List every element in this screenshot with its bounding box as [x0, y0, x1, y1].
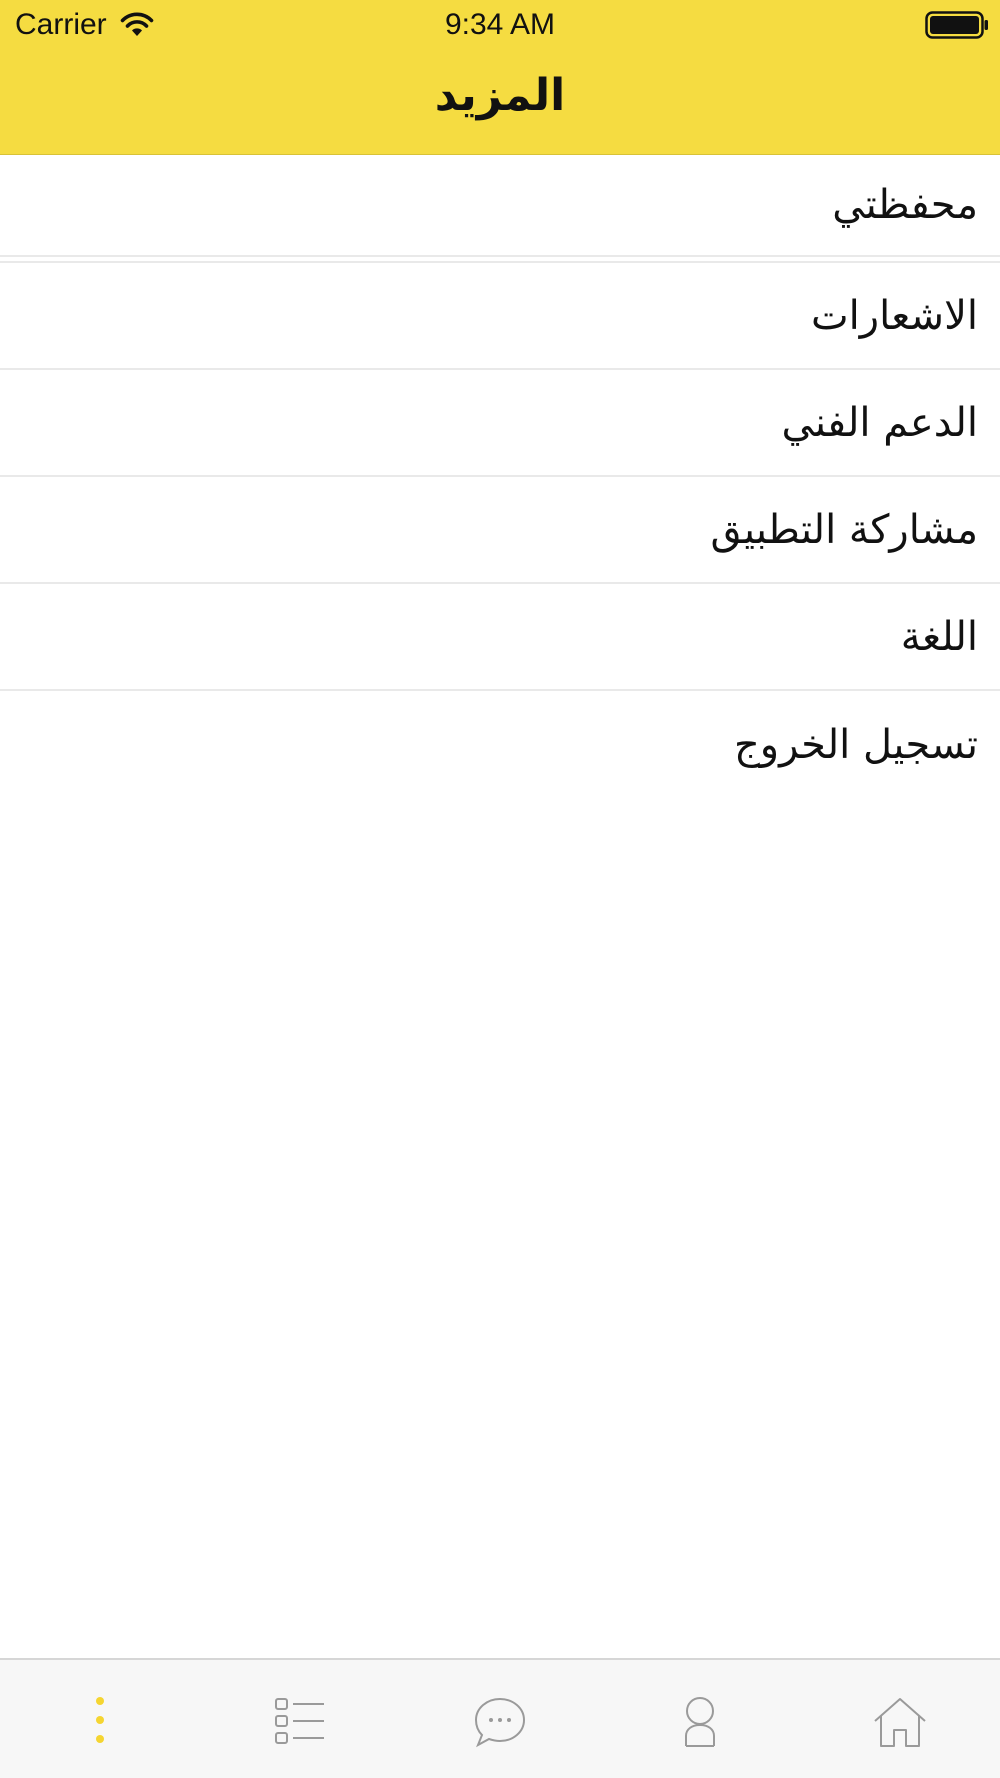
more-dots-icon: [96, 1697, 104, 1743]
menu-item-label: مشاركة التطبيق: [710, 506, 979, 553]
menu-item-logout[interactable]: تسجيل الخروج: [0, 691, 1000, 798]
menu-item-label: تسجيل الخروج: [733, 721, 978, 768]
battery-icon: [925, 11, 988, 39]
menu-item-label: الاشعارات: [810, 292, 978, 339]
tab-orders[interactable]: [200, 1660, 400, 1778]
bottom-tab-bar: [0, 1658, 1000, 1778]
status-bar: Carrier 9:34 AM: [0, 0, 1000, 50]
tab-more[interactable]: [0, 1660, 200, 1778]
tab-home[interactable]: [800, 1660, 1000, 1778]
list-icon: [275, 1698, 324, 1744]
tab-profile[interactable]: [600, 1660, 800, 1778]
home-icon: [874, 1698, 926, 1747]
menu-item-notifications[interactable]: الاشعارات: [0, 263, 1000, 370]
profile-icon: [685, 1697, 715, 1747]
menu-item-label: الدعم الفني: [781, 399, 978, 446]
menu-item-label: محفظتي: [832, 182, 978, 228]
chat-bubble-icon: [474, 1697, 526, 1748]
menu-item-language[interactable]: اللغة: [0, 584, 1000, 691]
menu-item-share-app[interactable]: مشاركة التطبيق: [0, 477, 1000, 584]
more-menu-list: محفظتي الاشعارات الدعم الفني مشاركة التط…: [0, 155, 1000, 798]
top-header: Carrier 9:34 AM المزيد: [0, 0, 1000, 155]
status-time: 9:34 AM: [444, 8, 556, 41]
page-title: المزيد: [434, 70, 566, 121]
menu-item-label: اللغة: [900, 613, 978, 660]
menu-item-wallet[interactable]: محفظتي: [0, 155, 1000, 257]
tab-chat[interactable]: [400, 1660, 600, 1778]
menu-item-support[interactable]: الدعم الفني: [0, 370, 1000, 477]
